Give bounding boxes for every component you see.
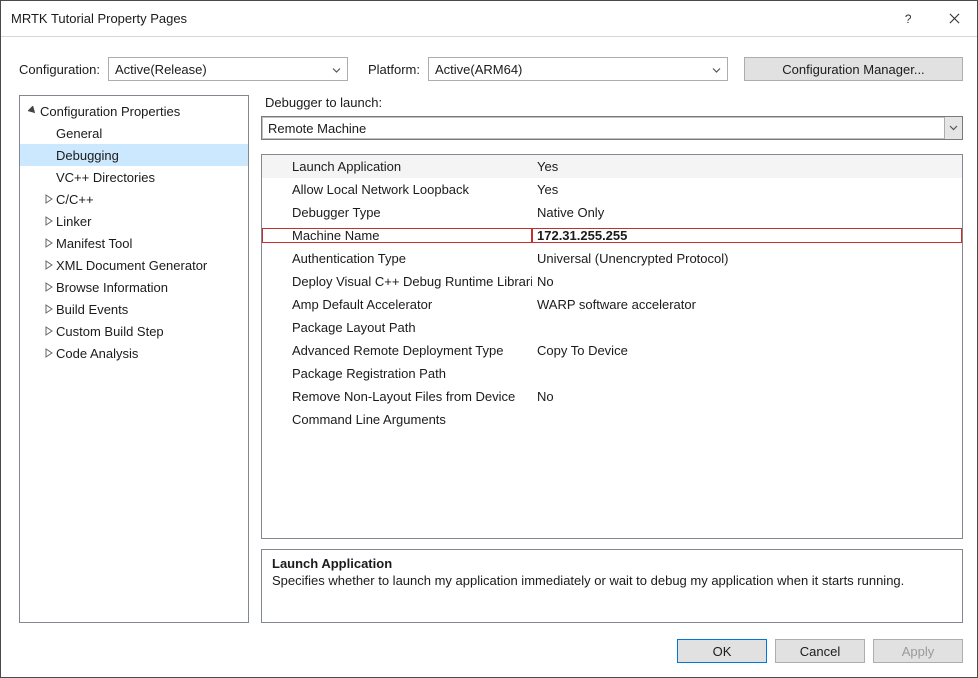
property-row[interactable]: Package Registration Path [262,362,962,385]
property-name: Allow Local Network Loopback [262,182,532,197]
dialog-footer: OK Cancel Apply [1,631,977,677]
chevron-down-icon[interactable] [944,117,962,139]
tree-item-label: Code Analysis [56,346,138,361]
close-icon [949,13,960,24]
tree-item-browse-information[interactable]: Browse Information [20,276,248,298]
tree-item-debugging[interactable]: Debugging [20,144,248,166]
expand-icon[interactable] [42,304,56,314]
tree-item-label: XML Document Generator [56,258,207,273]
tree-item-custom-build-step[interactable]: Custom Build Step [20,320,248,342]
property-row[interactable]: Command Line Arguments [262,408,962,431]
tree-item-code-analysis[interactable]: Code Analysis [20,342,248,364]
tree-item-manifest-tool[interactable]: Manifest Tool [20,232,248,254]
platform-value: Active(ARM64) [435,62,522,77]
expand-icon[interactable] [42,282,56,292]
property-value[interactable]: Yes [532,159,962,174]
tree-item-label: VC++ Directories [56,170,155,185]
property-name: Remove Non-Layout Files from Device [262,389,532,404]
expand-icon[interactable] [42,348,56,358]
property-value[interactable]: 172.31.255.255 [532,228,962,243]
cancel-button[interactable]: Cancel [775,639,865,663]
tree-item-label: Build Events [56,302,128,317]
property-value[interactable]: No [532,274,962,289]
property-row[interactable]: Deploy Visual C++ Debug Runtime Librarie… [262,270,962,293]
property-name: Advanced Remote Deployment Type [262,343,532,358]
property-value[interactable]: Copy To Device [532,343,962,358]
property-name: Machine Name [262,228,532,243]
configuration-label: Configuration: [19,62,100,77]
expand-icon[interactable] [42,326,56,336]
help-button[interactable]: ? [885,1,931,37]
debugger-to-launch-value: Remote Machine [268,121,366,136]
tree-item-label: Browse Information [56,280,168,295]
collapse-icon[interactable] [26,106,40,116]
tree-item-label: Linker [56,214,91,229]
property-name: Debugger Type [262,205,532,220]
expand-icon[interactable] [42,260,56,270]
tree-item-label: Debugging [56,148,119,163]
property-row[interactable]: Allow Local Network LoopbackYes [262,178,962,201]
window-title: MRTK Tutorial Property Pages [11,11,885,26]
tree-item-c-c-[interactable]: C/C++ [20,188,248,210]
apply-button[interactable]: Apply [873,639,963,663]
property-row[interactable]: Amp Default AcceleratorWARP software acc… [262,293,962,316]
tree-item-label: General [56,126,102,141]
platform-label: Platform: [368,62,420,77]
configuration-combo[interactable]: Active(Release) [108,57,348,81]
tree-item-label: C/C++ [56,192,94,207]
help-icon: ? [903,13,914,24]
property-row[interactable]: Launch ApplicationYes [262,155,962,178]
chevron-down-icon [712,62,721,77]
property-name: Launch Application [262,159,532,174]
config-row: Configuration: Active(Release) Platform:… [1,37,977,91]
property-value[interactable]: Yes [532,182,962,197]
property-value[interactable]: Native Only [532,205,962,220]
description-body: Specifies whether to launch my applicati… [272,573,952,588]
property-value[interactable]: No [532,389,962,404]
property-value[interactable]: Universal (Unencrypted Protocol) [532,251,962,266]
tree-item-build-events[interactable]: Build Events [20,298,248,320]
content-area: Configuration Properties General Debuggin… [1,91,977,631]
svg-text:?: ? [904,13,911,24]
description-panel: Launch Application Specifies whether to … [261,549,963,623]
property-row[interactable]: Advanced Remote Deployment TypeCopy To D… [262,339,962,362]
tree-item-label: Custom Build Step [56,324,164,339]
property-row[interactable]: Authentication TypeUniversal (Unencrypte… [262,247,962,270]
configuration-manager-button[interactable]: Configuration Manager... [744,57,963,81]
property-row[interactable]: Package Layout Path [262,316,962,339]
property-name: Deploy Visual C++ Debug Runtime Librarie… [262,274,532,289]
close-button[interactable] [931,1,977,37]
expand-icon[interactable] [42,194,56,204]
tree-item-general[interactable]: General [20,122,248,144]
titlebar: MRTK Tutorial Property Pages ? [1,1,977,37]
configuration-value: Active(Release) [115,62,207,77]
description-title: Launch Application [272,556,952,571]
property-name: Authentication Type [262,251,532,266]
chevron-down-icon [332,62,341,77]
tree-item-label: Manifest Tool [56,236,132,251]
property-row[interactable]: Machine Name172.31.255.255 [262,224,962,247]
platform-combo[interactable]: Active(ARM64) [428,57,728,81]
property-pages-dialog: MRTK Tutorial Property Pages ? Configura… [0,0,978,678]
property-name: Package Registration Path [262,366,532,381]
nav-tree[interactable]: Configuration Properties General Debuggin… [19,95,249,623]
debugger-to-launch-label: Debugger to launch: [265,95,963,110]
tree-item-vc-directories[interactable]: VC++ Directories [20,166,248,188]
tree-item-xml-document-generator[interactable]: XML Document Generator [20,254,248,276]
property-grid[interactable]: Launch ApplicationYesAllow Local Network… [261,154,963,539]
right-panel: Debugger to launch: Remote Machine Launc… [261,95,963,623]
ok-button[interactable]: OK [677,639,767,663]
tree-item-linker[interactable]: Linker [20,210,248,232]
property-row[interactable]: Remove Non-Layout Files from DeviceNo [262,385,962,408]
property-name: Package Layout Path [262,320,532,335]
property-row[interactable]: Debugger TypeNative Only [262,201,962,224]
debugger-to-launch-combo[interactable]: Remote Machine [261,116,963,140]
property-value[interactable]: WARP software accelerator [532,297,962,312]
expand-icon[interactable] [42,216,56,226]
tree-root[interactable]: Configuration Properties [20,100,248,122]
expand-icon[interactable] [42,238,56,248]
property-name: Command Line Arguments [262,412,532,427]
property-name: Amp Default Accelerator [262,297,532,312]
